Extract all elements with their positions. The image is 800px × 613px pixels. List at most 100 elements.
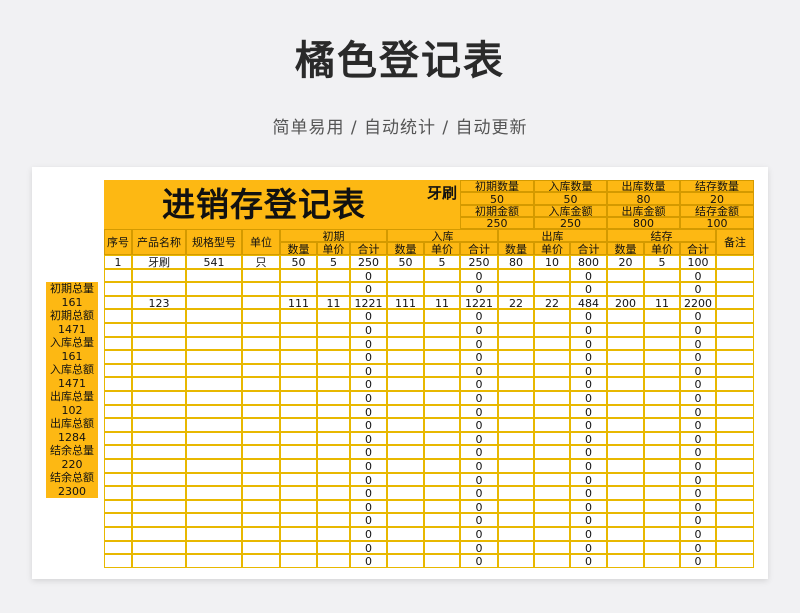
table-cell[interactable] [132,268,186,283]
table-cell[interactable] [132,472,186,487]
table-cell[interactable] [644,513,680,527]
table-cell[interactable] [242,268,280,283]
table-cell[interactable] [607,377,644,391]
table-cell[interactable] [534,377,570,391]
table-cell[interactable] [607,527,644,541]
table-cell[interactable] [498,309,534,323]
table-cell[interactable]: 只 [242,255,280,269]
table-cell[interactable]: 0 [680,323,716,337]
table-cell[interactable]: 11 [424,295,460,310]
table-cell[interactable]: 0 [570,499,607,514]
table-cell[interactable] [280,363,317,378]
table-cell[interactable]: 0 [350,391,387,405]
table-cell[interactable] [716,499,754,514]
table-cell[interactable] [644,350,680,364]
table-cell[interactable]: 484 [570,295,607,310]
table-cell[interactable]: 0 [680,350,716,364]
table-cell[interactable]: 11 [317,295,350,310]
table-cell[interactable] [424,540,460,555]
table-cell[interactable]: 0 [680,540,716,555]
table-cell[interactable] [132,527,186,541]
table-cell[interactable]: 111 [387,295,424,310]
table-cell[interactable] [644,268,680,283]
table-cell[interactable] [186,336,242,351]
table-cell[interactable] [242,323,280,337]
table-cell[interactable] [132,418,186,432]
table-cell[interactable] [280,282,317,296]
table-cell[interactable] [534,445,570,459]
table-cell[interactable]: 0 [460,323,498,337]
table-cell[interactable] [104,309,132,323]
table-cell[interactable]: 0 [570,268,607,283]
table-cell[interactable]: 0 [460,472,498,487]
table-cell[interactable] [607,363,644,378]
table-cell[interactable] [186,540,242,555]
table-cell[interactable] [644,363,680,378]
table-cell[interactable] [716,513,754,527]
table-cell[interactable]: 541 [186,255,242,269]
table-cell[interactable] [280,513,317,527]
table-cell[interactable] [280,323,317,337]
table-cell[interactable] [132,486,186,500]
table-cell[interactable] [132,459,186,473]
table-cell[interactable] [424,323,460,337]
table-cell[interactable] [387,309,424,323]
table-cell[interactable] [280,336,317,351]
table-cell[interactable] [424,418,460,432]
table-cell[interactable]: 0 [460,540,498,555]
table-cell[interactable] [716,268,754,283]
table-cell[interactable]: 0 [570,540,607,555]
table-cell[interactable] [607,391,644,405]
table-cell[interactable] [132,377,186,391]
table-cell[interactable] [644,554,680,568]
table-cell[interactable]: 0 [460,336,498,351]
table-cell[interactable] [424,472,460,487]
table-cell[interactable] [186,431,242,446]
table-cell[interactable] [716,295,754,310]
table-cell[interactable] [534,499,570,514]
table-cell[interactable] [104,295,132,310]
table-cell[interactable]: 0 [570,377,607,391]
table-cell[interactable] [387,363,424,378]
table-cell[interactable] [132,336,186,351]
table-cell[interactable]: 0 [570,363,607,378]
table-cell[interactable] [716,431,754,446]
table-cell[interactable] [104,527,132,541]
table-cell[interactable]: 0 [570,527,607,541]
table-cell[interactable]: 0 [570,472,607,487]
table-cell[interactable] [132,445,186,459]
table-cell[interactable]: 0 [350,363,387,378]
table-cell[interactable] [644,404,680,419]
table-cell[interactable] [280,404,317,419]
table-cell[interactable] [186,472,242,487]
table-cell[interactable] [186,499,242,514]
table-cell[interactable]: 0 [570,418,607,432]
table-cell[interactable] [104,513,132,527]
table-cell[interactable] [534,363,570,378]
table-cell[interactable] [186,295,242,310]
table-cell[interactable] [387,540,424,555]
table-cell[interactable] [186,323,242,337]
table-cell[interactable] [424,513,460,527]
table-cell[interactable]: 0 [460,486,498,500]
table-cell[interactable] [424,431,460,446]
table-cell[interactable] [498,513,534,527]
table-cell[interactable]: 0 [460,418,498,432]
table-cell[interactable] [387,282,424,296]
table-cell[interactable] [104,404,132,419]
table-cell[interactable] [534,391,570,405]
table-cell[interactable] [186,391,242,405]
table-cell[interactable]: 111 [280,295,317,310]
table-cell[interactable] [607,404,644,419]
table-cell[interactable] [534,540,570,555]
table-cell[interactable] [644,486,680,500]
table-cell[interactable] [104,459,132,473]
table-cell[interactable] [498,418,534,432]
table-cell[interactable] [317,350,350,364]
table-cell[interactable]: 800 [570,255,607,269]
table-cell[interactable] [498,363,534,378]
table-cell[interactable] [607,268,644,283]
table-cell[interactable]: 0 [460,513,498,527]
table-cell[interactable]: 5 [317,255,350,269]
table-cell[interactable] [242,486,280,500]
